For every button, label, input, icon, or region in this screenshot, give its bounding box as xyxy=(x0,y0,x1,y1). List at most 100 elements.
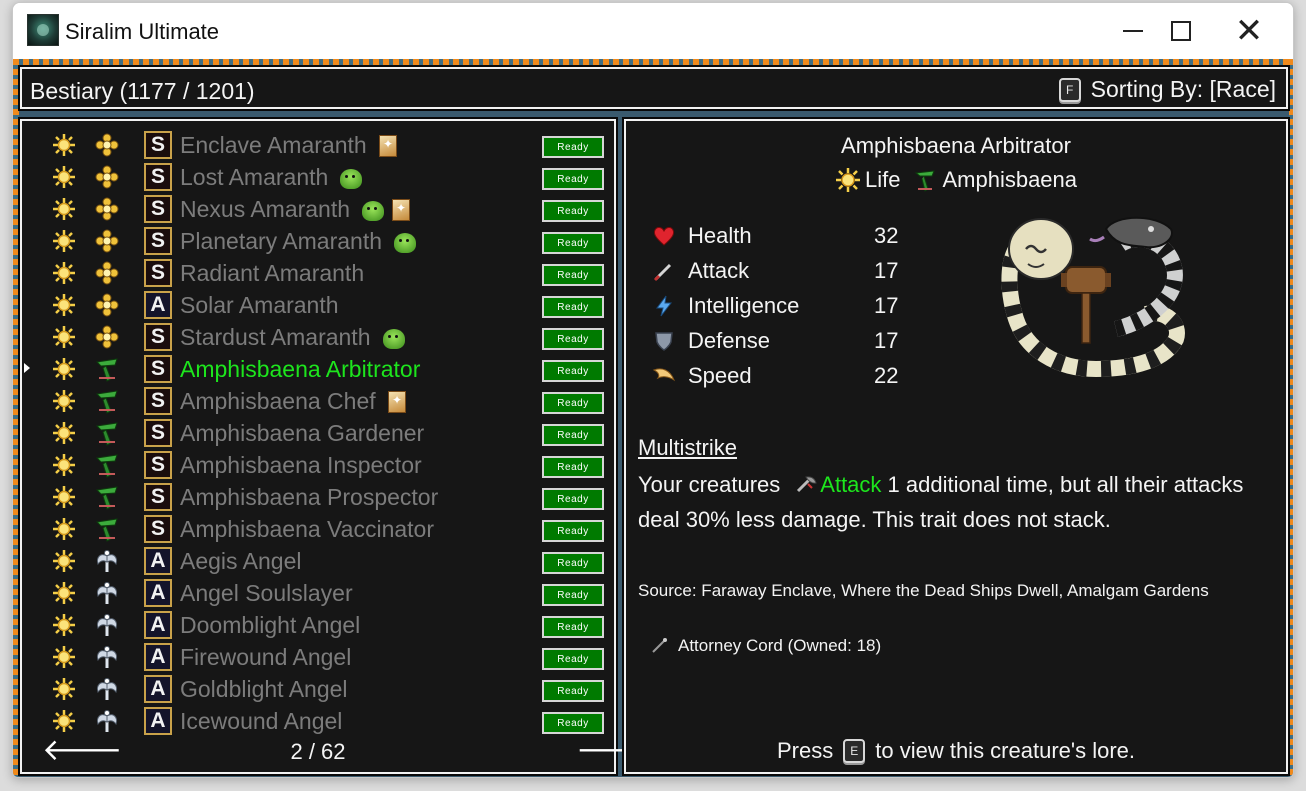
rarity-card-icon: A xyxy=(144,675,172,703)
creature-row[interactable]: S Planetary Amaranth Ready xyxy=(22,225,614,257)
ready-badge: Ready xyxy=(542,200,604,222)
creature-portrait xyxy=(1001,216,1185,378)
creature-row[interactable]: A Solar Amaranth Ready xyxy=(22,289,614,321)
life-class-icon xyxy=(52,229,76,253)
amphisbaena-race-icon xyxy=(94,516,120,542)
creature-row[interactable]: S Amphisbaena Chef Ready xyxy=(22,385,614,417)
stats-list: Health 32 Attack 17 Intelligence 17 Defense 17 S… xyxy=(652,221,912,396)
life-class-icon xyxy=(52,293,76,317)
bestiary-header: Bestiary (1177 / 1201) F Sorting By: [Ra… xyxy=(20,67,1288,109)
maximize-button[interactable] xyxy=(1153,3,1209,59)
ready-badge: Ready xyxy=(542,424,604,446)
trait-name: Multistrike xyxy=(638,435,738,460)
lightning-icon xyxy=(652,294,676,318)
sort-control[interactable]: F Sorting By: [Race] xyxy=(1058,76,1276,103)
title-bar: Siralim Ultimate ✕ xyxy=(13,3,1293,59)
pager: 🡐 2 / 62 🡒 xyxy=(22,732,656,772)
trait-keyword: Attack xyxy=(820,472,882,497)
life-class-icon xyxy=(52,709,76,733)
rarity-card-icon: A xyxy=(144,291,172,319)
ready-badge: Ready xyxy=(542,456,604,478)
amphisbaena-race-icon xyxy=(94,388,120,414)
stat-label: Attack xyxy=(688,258,750,283)
ready-badge: Ready xyxy=(542,168,604,190)
rarity-card-icon: S xyxy=(144,515,172,543)
life-class-icon xyxy=(52,165,76,189)
race-label: Amphisbaena xyxy=(942,167,1078,192)
close-icon: ✕ xyxy=(1234,12,1264,50)
creature-row[interactable]: S Amphisbaena Vaccinator Ready xyxy=(22,513,614,545)
creature-row[interactable]: S Lost Amaranth Ready xyxy=(22,161,614,193)
creature-name: Amphisbaena Prospector xyxy=(180,484,439,510)
amaranth-race-icon xyxy=(94,164,120,190)
life-class-icon xyxy=(52,517,76,541)
creature-row[interactable]: S Amphisbaena Prospector Ready xyxy=(22,481,614,513)
stat-value: 17 xyxy=(874,328,899,353)
creature-badges xyxy=(340,167,362,189)
rarity-card-icon: S xyxy=(144,227,172,255)
creature-row[interactable]: A Aegis Angel Ready xyxy=(22,545,614,577)
creature-row[interactable]: A Goldblight Angel Ready xyxy=(22,673,614,705)
creature-badges xyxy=(383,327,405,349)
app-icon xyxy=(27,14,59,46)
creature-row[interactable]: S Stardust Amaranth Ready xyxy=(22,321,614,353)
sort-label: Sorting By: [Race] xyxy=(1090,76,1276,102)
close-button[interactable]: ✕ xyxy=(1221,3,1277,59)
key-e-icon[interactable]: E xyxy=(843,739,866,763)
lore-hint: Press E to view this creature's lore. xyxy=(626,738,1286,764)
slime-badge-icon xyxy=(362,201,384,221)
ready-badge: Ready xyxy=(542,488,604,510)
creature-name: Doomblight Angel xyxy=(180,612,361,638)
creature-name: Amphisbaena Inspector xyxy=(180,452,422,478)
creature-list-panel: S Enclave Amaranth Ready S Lost Amaranth Read… xyxy=(20,119,656,774)
ready-badge: Ready xyxy=(542,616,604,638)
page-number: 2 / 62 xyxy=(290,739,346,764)
rarity-card-icon: S xyxy=(144,419,172,447)
lore-hint-suffix: to view this creature's lore. xyxy=(875,738,1135,763)
amaranth-race-icon xyxy=(94,196,120,222)
creature-name: Stardust Amaranth xyxy=(180,324,371,350)
window-title: Siralim Ultimate xyxy=(65,19,220,44)
ready-badge: Ready xyxy=(542,648,604,670)
creature-badges xyxy=(394,231,416,253)
creature-name: Nexus Amaranth xyxy=(180,196,351,222)
amaranth-race-icon xyxy=(94,132,120,158)
creature-row[interactable]: S Radiant Amaranth Ready xyxy=(22,257,614,289)
creature-row[interactable]: S Amphisbaena Arbitrator Ready xyxy=(22,353,614,385)
life-class-icon xyxy=(52,613,76,637)
creature-row[interactable]: A Doomblight Angel Ready xyxy=(22,609,614,641)
creature-source: Source: Faraway Enclave, Where the Dead … xyxy=(638,581,1209,600)
life-class-icon xyxy=(52,357,76,381)
stat-label: Intelligence xyxy=(688,293,800,318)
creature-row[interactable]: A Firewound Angel Ready xyxy=(22,641,614,673)
stat-value: 22 xyxy=(874,363,899,388)
life-class-icon xyxy=(52,485,76,509)
amphisbaena-race-icon xyxy=(94,356,120,382)
creature-name: Firewound Angel xyxy=(180,644,352,670)
ready-badge: Ready xyxy=(542,392,604,414)
ready-badge: Ready xyxy=(542,520,604,542)
life-class-icon xyxy=(52,421,76,445)
selection-cursor-icon xyxy=(24,363,30,373)
creature-name: Amphisbaena Arbitrator xyxy=(180,356,421,382)
ready-badge: Ready xyxy=(542,328,604,350)
rarity-card-icon: A xyxy=(144,611,172,639)
stat-row: Intelligence 17 xyxy=(652,291,912,326)
creature-row[interactable]: S Amphisbaena Gardener Ready xyxy=(22,417,614,449)
ready-badge: Ready xyxy=(542,296,604,318)
ready-badge: Ready xyxy=(542,584,604,606)
angel-race-icon xyxy=(94,676,120,702)
attack-axe-icon xyxy=(797,476,817,493)
game-window: Siralim Ultimate ✕ Bestiary (1177 / 1201… xyxy=(12,2,1294,778)
creature-row[interactable]: S Nexus Amaranth Ready xyxy=(22,193,614,225)
stat-label: Speed xyxy=(688,363,752,388)
creature-name: Aegis Angel xyxy=(180,548,302,574)
creature-row[interactable]: A Angel Soulslayer Ready xyxy=(22,577,614,609)
creature-name: Angel Soulslayer xyxy=(180,580,353,606)
stat-row: Health 32 xyxy=(652,221,912,256)
amphisbaena-race-icon xyxy=(915,170,936,192)
creature-row[interactable]: S Amphisbaena Inspector Ready xyxy=(22,449,614,481)
creature-badges xyxy=(362,199,410,221)
creature-row[interactable]: S Enclave Amaranth Ready xyxy=(22,129,614,161)
creature-name: Goldblight Angel xyxy=(180,676,348,702)
